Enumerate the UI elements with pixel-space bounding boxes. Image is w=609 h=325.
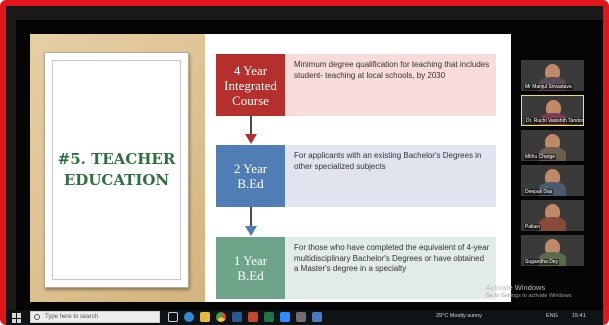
video-frame: #5. Teacher Education 4 Year Integrated … — [0, 0, 609, 325]
step-box-4-year: 4 Year Integrated Course — [216, 54, 285, 116]
arrow-line-2 — [250, 207, 252, 226]
powerpoint-icon[interactable] — [248, 312, 258, 322]
shared-screen: #5. Teacher Education 4 Year Integrated … — [16, 20, 603, 316]
arrow-down-icon — [245, 134, 257, 144]
step-description-4-year: Minimum degree qualification for teachin… — [285, 54, 496, 116]
mail-icon[interactable] — [296, 312, 306, 322]
activate-windows-title: Activate Windows — [486, 283, 546, 292]
video-app-icon[interactable] — [312, 312, 322, 322]
presentation-slide: #5. Teacher Education 4 Year Integrated … — [30, 34, 511, 302]
participant-tile-active[interactable]: Dr. Ruchi Vasishth Tandon — [521, 95, 584, 126]
participant-tile[interactable]: Sugandha Dey — [521, 235, 584, 266]
participant-name: Mithu Charge — [524, 154, 557, 160]
zoom-icon[interactable] — [280, 312, 290, 322]
arrow-down-icon — [245, 226, 257, 236]
clock[interactable]: 15:41 — [572, 313, 586, 319]
step-description-1-year: For those who have completed the equival… — [285, 237, 496, 299]
participant-tile[interactable]: Pallavi — [521, 200, 584, 231]
step-box-2-year: 2 Year B.Ed — [216, 145, 285, 207]
step-description-2-year: For applicants with an existing Bachelor… — [285, 145, 496, 207]
search-icon — [34, 314, 40, 320]
arrow-line-1 — [250, 116, 252, 134]
participant-tile[interactable]: Mithu Charge — [521, 130, 584, 161]
task-view-icon[interactable] — [168, 312, 178, 322]
chrome-icon[interactable] — [216, 312, 226, 322]
participant-name: Mr Manjul Srivastava — [524, 84, 573, 90]
participant-name: Deepali Das — [524, 189, 554, 195]
slide-title-line-2: Education — [63, 171, 170, 189]
slide-title-line-1: #5. Teacher — [57, 150, 176, 168]
slide-title: #5. Teacher Education — [57, 149, 177, 191]
step-box-1-year: 1 Year B.Ed — [216, 237, 285, 299]
taskbar-search-input[interactable]: Type here to search — [30, 311, 160, 323]
language-indicator[interactable]: ENG — [546, 313, 558, 319]
file-explorer-icon[interactable] — [200, 312, 210, 322]
participant-name: Pallavi — [524, 224, 541, 230]
weather-status[interactable]: 29°C Mostly sunny — [436, 313, 482, 319]
title-card: #5. Teacher Education — [44, 52, 189, 288]
slide-title-panel: #5. Teacher Education — [30, 34, 205, 302]
word-icon[interactable] — [232, 312, 242, 322]
participant-name: Dr. Ruchi Vasishth Tandon — [525, 118, 583, 124]
participant-name: Sugandha Dey — [524, 259, 560, 265]
edge-browser-icon[interactable] — [184, 312, 194, 322]
activate-windows-subtitle: Go to Settings to activate Windows. — [486, 293, 573, 299]
taskbar: Type here to search 29°C Mostly sunny EN… — [6, 310, 603, 325]
participant-tile[interactable]: Mr Manjul Srivastava — [521, 60, 584, 91]
excel-icon[interactable] — [264, 312, 274, 322]
windows-start-icon[interactable] — [12, 313, 22, 323]
participant-tile[interactable]: Deepali Das — [521, 165, 584, 196]
